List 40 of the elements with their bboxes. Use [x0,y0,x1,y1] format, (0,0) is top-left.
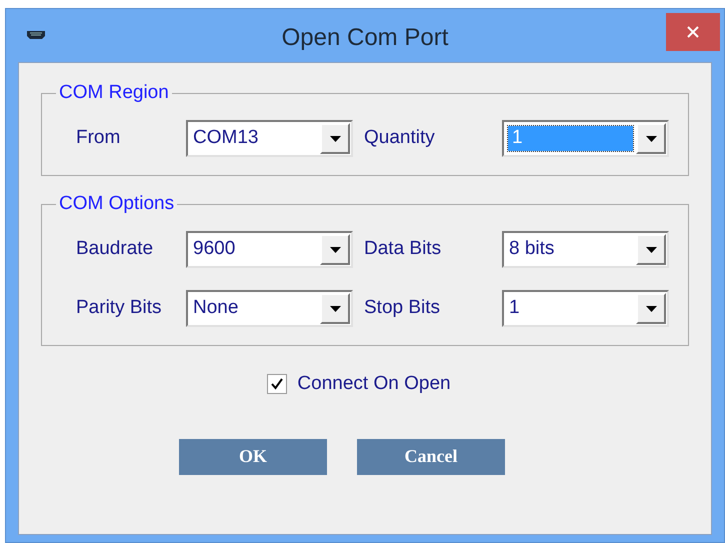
caret-icon [330,136,340,142]
dropdown-value: 1 [508,296,521,320]
close-icon [687,26,699,38]
field-label: Baudrate [76,237,154,262]
dropdown-value: 1 [508,126,633,151]
field-label: Quantity [363,126,436,150]
caret-icon [646,246,656,252]
dropdown-value: 9600 [192,237,236,262]
close-button[interactable] [666,13,720,51]
port-icon [26,30,46,40]
window-title: Open Com Port [282,22,448,52]
dropdown-arrow-button[interactable] [636,234,666,265]
dropdown[interactable]: 1 [502,290,669,327]
dropdown[interactable]: None [186,290,353,327]
dropdown[interactable]: COM13 [186,120,353,157]
dropdown-value: 8 bits [508,237,556,262]
dropdown-arrow-button[interactable] [320,234,350,265]
checkbox[interactable] [267,374,288,394]
check-icon [271,378,284,390]
field-label: Stop Bits [363,296,442,320]
dropdown-arrow-button[interactable] [636,123,666,154]
dropdown-arrow-button[interactable] [320,293,350,324]
field-label: Data Bits [363,237,442,262]
group-title: COM Region [56,81,172,105]
dropdown[interactable]: 8 bits [502,231,669,268]
field-label: From [76,126,122,150]
dropdown[interactable]: 9600 [186,231,353,268]
dropdown-arrow-button[interactable] [636,293,666,324]
dropdown-value: COM13 [192,126,260,150]
caret-icon [330,306,340,312]
dialog-button[interactable]: OK [179,438,327,474]
caret-icon [646,136,656,142]
checkbox-label: Connect On Open [297,372,451,396]
field-label: Parity Bits [76,296,163,320]
dropdown-value: None [192,296,240,320]
dropdown-arrow-button[interactable] [320,123,350,154]
caret-icon [330,246,340,252]
caret-icon [646,306,656,312]
group-title: COM Options [56,192,178,216]
dialog-button[interactable]: Cancel [357,438,505,474]
